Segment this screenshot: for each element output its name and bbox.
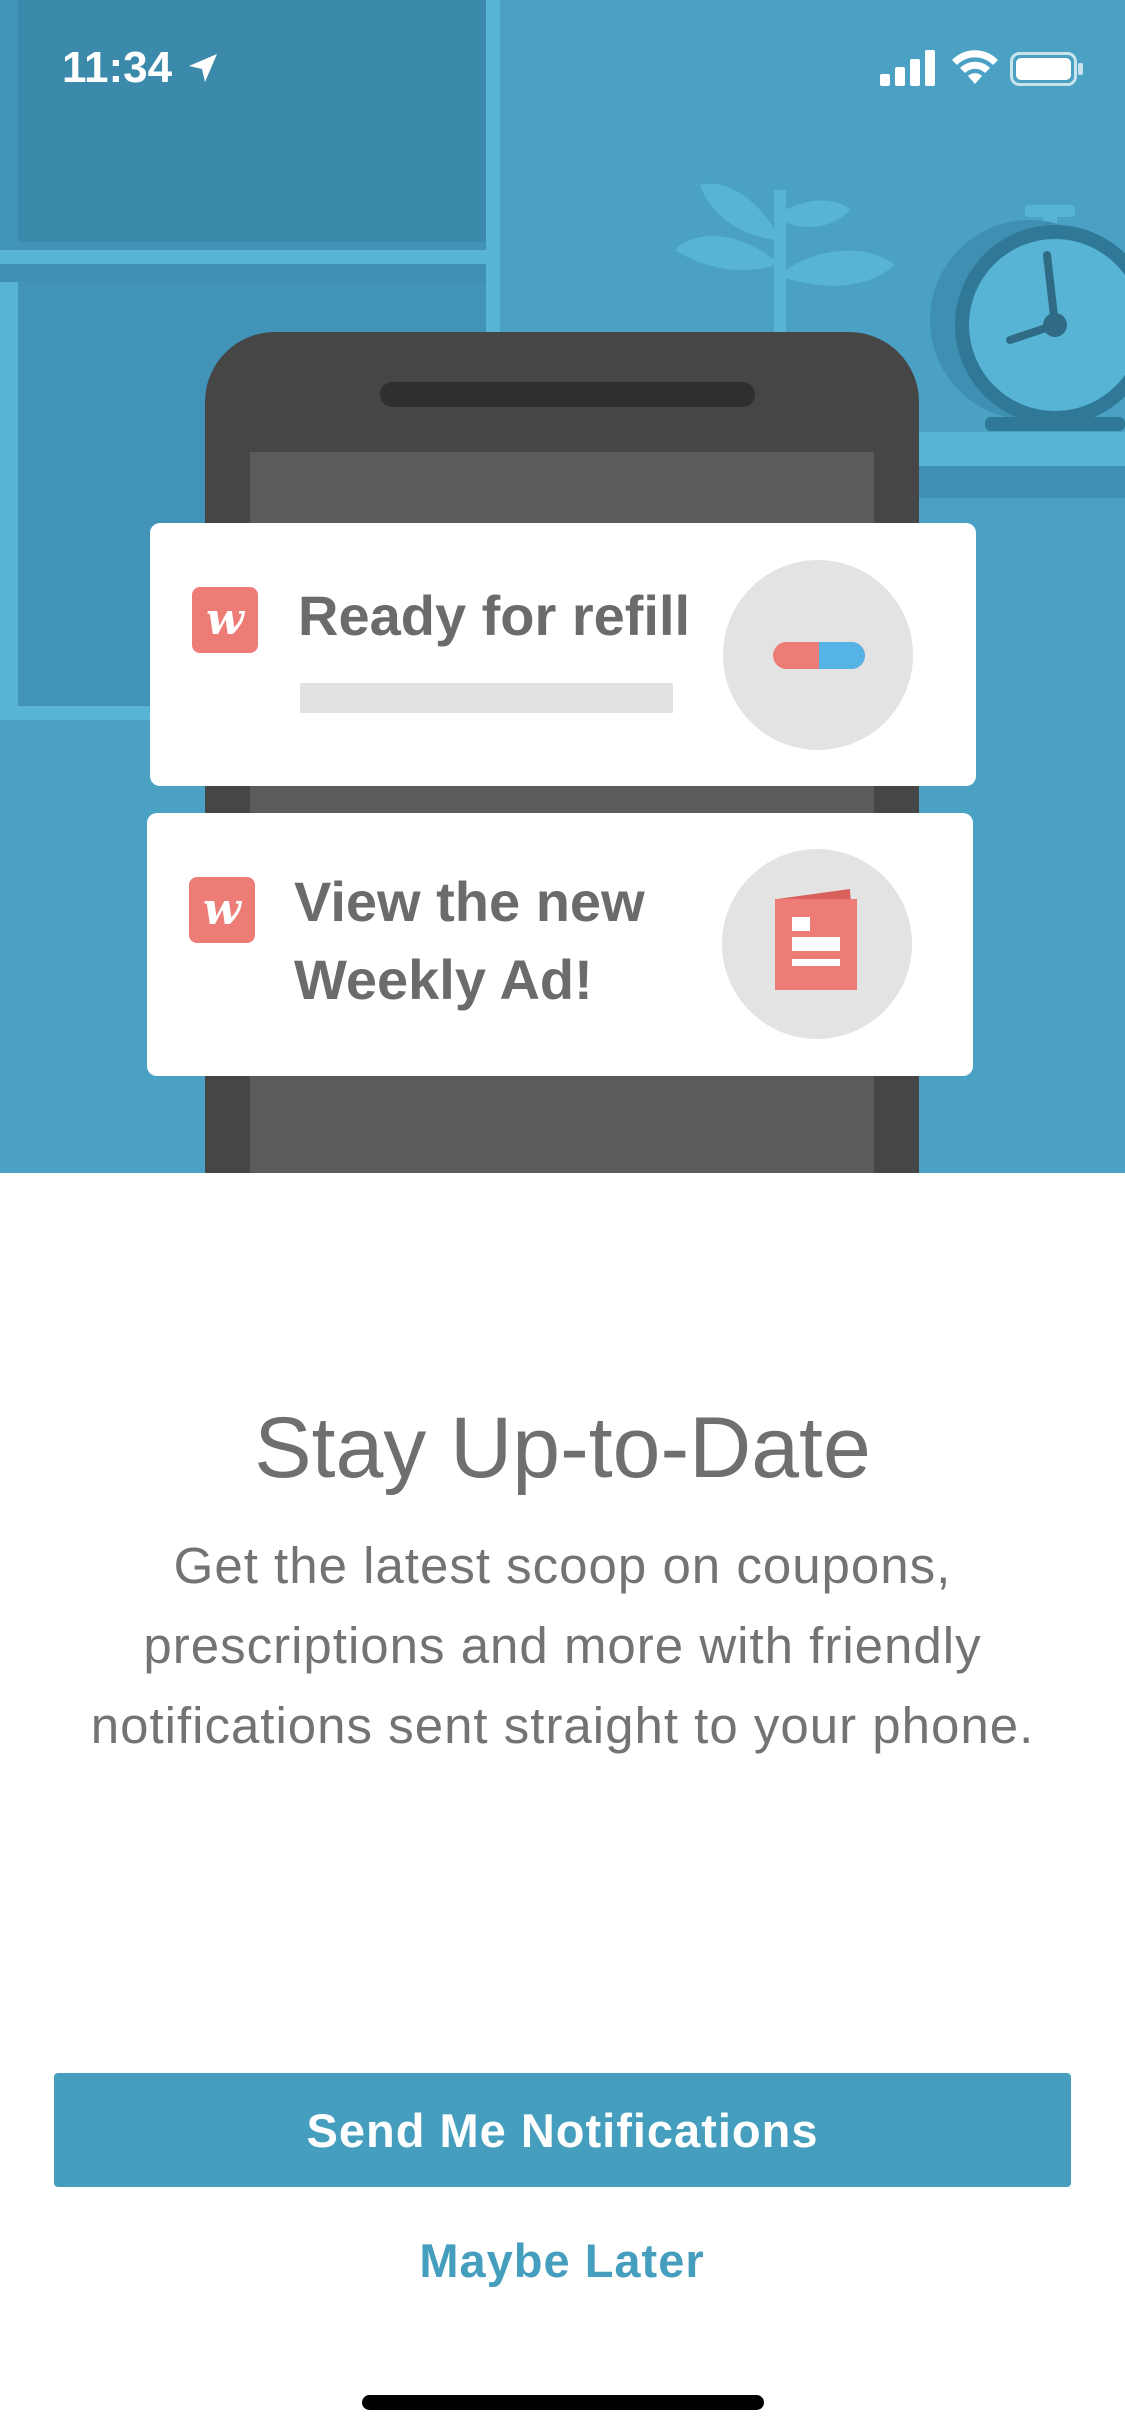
weekly-ad-booklet-icon <box>775 889 857 990</box>
walgreens-logo-icon: w <box>192 587 258 653</box>
battery-icon <box>1010 52 1083 86</box>
maybe-later-button[interactable]: Maybe Later <box>312 2215 812 2305</box>
clock-icon <box>930 205 1125 431</box>
notification-title: View the new Weekly Ad! <box>294 870 645 1011</box>
notification-graphic <box>722 849 912 1039</box>
page-title: Stay Up-to-Date <box>254 1399 871 1496</box>
notification-card-refill: w Ready for refill <box>150 523 976 786</box>
location-arrow-icon <box>189 54 217 82</box>
pill-capsule-icon <box>773 642 865 669</box>
plant-icon <box>675 183 895 350</box>
notification-title: Ready for refill <box>298 584 691 647</box>
shelf <box>895 432 1125 466</box>
placeholder-text-line <box>300 683 673 713</box>
status-time: 11:34 <box>62 43 173 92</box>
hero-illustration: w Ready for refill w View the new Weekly… <box>0 0 1125 1173</box>
notification-graphic <box>723 560 913 750</box>
notification-permission-screen: w Ready for refill w View the new Weekly… <box>0 0 1125 2436</box>
wifi-icon <box>952 50 998 84</box>
notification-card-weekly-ad: w View the new Weekly Ad! <box>147 813 973 1076</box>
send-me-notifications-button[interactable]: Send Me Notifications <box>54 2073 1071 2187</box>
cellular-signal-icon <box>880 50 935 86</box>
description-text: Get the latest scoop on coupons, prescri… <box>90 1537 1035 1754</box>
walgreens-logo-icon: w <box>189 877 255 943</box>
home-indicator[interactable] <box>362 2395 764 2410</box>
status-bar: 11:34 <box>0 0 1125 132</box>
